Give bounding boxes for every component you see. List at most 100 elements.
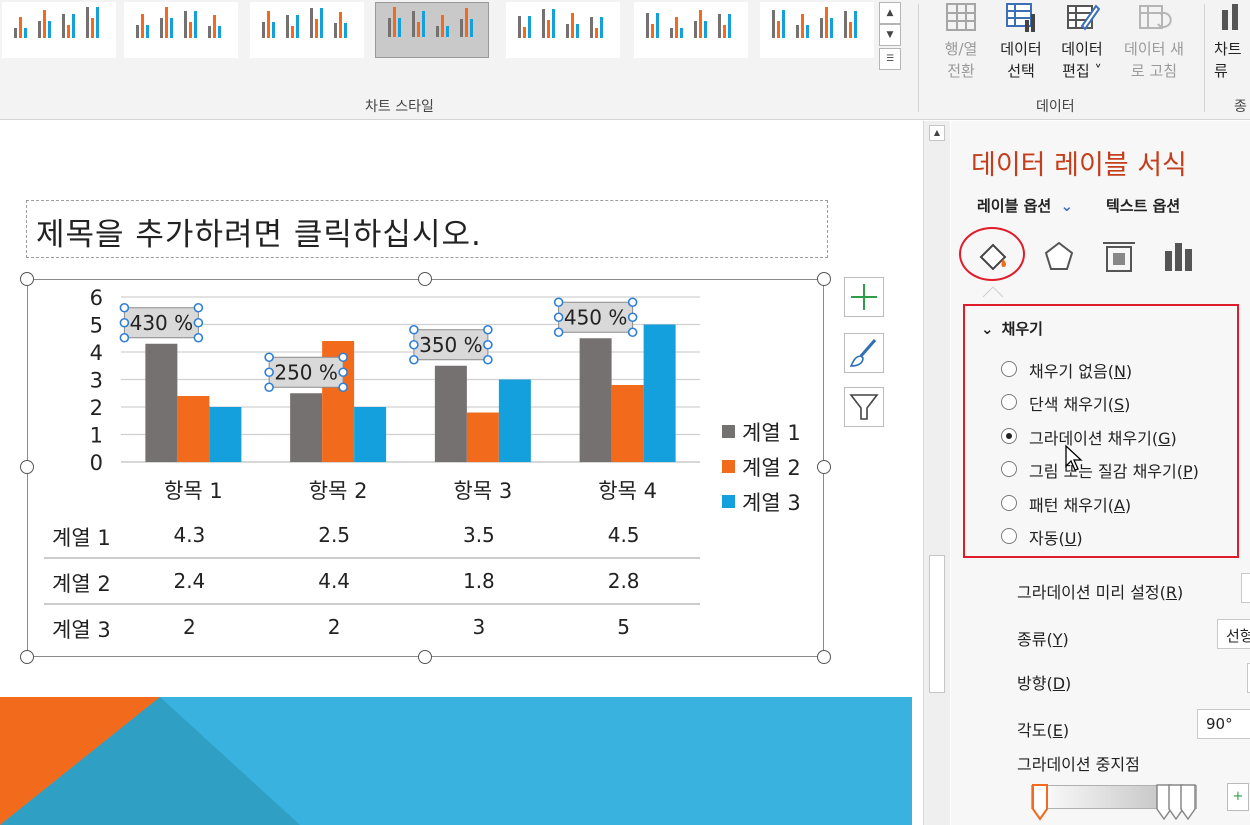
switch-row-column-label-2: 전환	[947, 62, 975, 80]
change-chart-type-icon	[1222, 4, 1238, 30]
size-properties-tab[interactable]	[1099, 237, 1139, 277]
table-cell: 3.5	[463, 523, 495, 547]
data-label: 350 %	[419, 333, 483, 357]
tab-label-options-label: 레이블 옵션	[977, 197, 1052, 215]
change-chart-type-label-1: 차트	[1214, 40, 1242, 58]
data-label-handle	[627, 312, 638, 323]
fill-option-label: 그림 또는 질감 채우기(P)	[1029, 462, 1199, 481]
bar-계열3-1	[209, 407, 242, 462]
bar-계열3-3	[498, 379, 531, 462]
scroll-thumb[interactable]	[929, 555, 945, 693]
type-dropdown[interactable]: 선형	[1217, 619, 1250, 649]
data-label-handle	[409, 354, 419, 365]
bar-chart-icon	[1165, 243, 1192, 271]
chevron-down-icon: ⌄	[981, 320, 994, 338]
bar-계열3-2	[354, 407, 387, 462]
scroll-up-arrow[interactable]: ▲	[929, 125, 945, 141]
switch-row-column-icon	[946, 3, 976, 31]
legend-label: 계열 3	[742, 491, 801, 515]
table-cell: 2	[183, 615, 196, 639]
pentagon-icon	[1044, 241, 1074, 270]
fill-line-tab[interactable]	[973, 237, 1013, 277]
data-label-handle	[193, 317, 204, 328]
gradient-stop-markers	[1032, 784, 1196, 821]
tab-text-options[interactable]: 텍스트 옵션	[1106, 195, 1180, 216]
data-label-handle	[338, 367, 348, 378]
legend-swatch	[722, 425, 735, 438]
fill-option-label: 자동(U)	[1029, 529, 1083, 548]
bar-계열1-3	[434, 365, 467, 462]
data-label: 250 %	[274, 360, 338, 384]
radio-button[interactable]	[1001, 495, 1017, 511]
y-tick-label: 0	[90, 451, 103, 475]
angle-label: 각도(E)	[1017, 721, 1070, 740]
table-cell: 5	[617, 615, 630, 639]
table-cell: 4.4	[318, 569, 350, 593]
type-group-label: 종	[1234, 99, 1247, 115]
pane-title: 데이터 레이블 서식	[971, 150, 1187, 181]
paint-bucket-icon	[979, 243, 1007, 271]
tab-label-options[interactable]: 레이블 옵션 ⌄	[977, 195, 1073, 216]
select-data-icon	[1006, 3, 1035, 32]
fill-option-label: 그라데이션 채우기(G)	[1029, 429, 1177, 448]
refresh-data-label-1: 데이터 새	[1124, 40, 1184, 58]
data-label-handle	[409, 339, 419, 350]
slide-vertical-scrollbar[interactable]: ▲	[924, 121, 950, 825]
radio-button[interactable]	[1001, 428, 1017, 444]
legend-label: 계열 1	[742, 421, 801, 445]
edit-data-button[interactable]: 데이터 편집 ˅	[1054, 0, 1110, 82]
data-label: 430 %	[130, 311, 194, 335]
data-label-handle	[483, 339, 493, 350]
table-cell: 2.8	[608, 569, 640, 593]
change-chart-type-button[interactable]: 차트 류	[1214, 0, 1250, 82]
category-label: 항목 1	[164, 479, 223, 503]
radio-button[interactable]	[1001, 394, 1017, 410]
table-row-header: 계열 3	[52, 618, 111, 642]
edit-data-label-1: 데이터	[1061, 40, 1103, 58]
data-label-handle	[119, 302, 130, 313]
table-cell: 2.5	[318, 523, 350, 547]
table-row-header: 계열 2	[52, 572, 111, 596]
fill-section-header[interactable]: ⌄ 채우기	[981, 318, 1043, 339]
select-data-button[interactable]: 데이터 선택	[994, 0, 1048, 82]
add-gradient-stop-button[interactable]: +	[1227, 783, 1249, 811]
category-label: 항목 4	[598, 479, 657, 503]
mouse-cursor-icon	[1065, 444, 1083, 471]
table-row-header: 계열 1	[52, 526, 111, 550]
y-tick-label: 5	[90, 314, 103, 338]
bar-계열3-4	[643, 324, 676, 462]
y-tick-label: 4	[90, 341, 103, 365]
y-tick-label: 6	[90, 286, 103, 310]
fill-section: ⌄ 채우기 채우기 없음(N) 단색 채우기(S) 그라데이션 채우기(G) 그림 또는…	[963, 304, 1239, 558]
gradient-preset-label: 그라데이션 미리 설정(R)	[1017, 583, 1184, 602]
edit-data-icon	[1067, 4, 1100, 31]
table-cell: 4.5	[608, 523, 640, 547]
data-label-handle	[264, 382, 274, 393]
data-label-handle	[338, 352, 348, 363]
refresh-data-button[interactable]: 데이터 새 로 고침	[1114, 0, 1194, 82]
data-group-label: 데이터	[1036, 99, 1075, 115]
change-chart-type-label-2: 류	[1214, 62, 1228, 80]
select-data-label-2: 선택	[1007, 62, 1035, 80]
radio-button[interactable]	[1001, 528, 1017, 544]
switch-row-column-button[interactable]: 행/열 전환	[932, 0, 990, 82]
data-label-handle	[119, 332, 130, 343]
radio-button[interactable]	[1001, 361, 1017, 377]
edit-data-label-2: 편집 ˅	[1062, 62, 1102, 80]
legend-label: 계열 2	[742, 456, 801, 480]
fill-option-label: 단색 채우기(S)	[1029, 395, 1131, 414]
gradient-preset-dropdown[interactable]	[1241, 573, 1250, 603]
legend-swatch	[722, 495, 735, 508]
radio-button[interactable]	[1001, 461, 1017, 477]
switch-row-column-label-1: 행/열	[944, 40, 978, 58]
angle-input[interactable]: 90°	[1197, 709, 1250, 739]
data-label-handle	[193, 332, 204, 343]
data-label-handle	[338, 382, 348, 393]
effects-tab[interactable]	[1039, 237, 1079, 277]
chart-plot: 0 1 2 3 4 5 6 항목 1 430 % 항목 2 250 % 항목 3 350 % 항목 4 45…	[44, 286, 801, 642]
ribbon-separator-2	[1204, 4, 1205, 112]
label-options-tab[interactable]	[1159, 237, 1199, 277]
table-cell: 2.4	[173, 569, 205, 593]
table-cell: 2	[328, 615, 341, 639]
data-label-handle	[553, 312, 564, 323]
